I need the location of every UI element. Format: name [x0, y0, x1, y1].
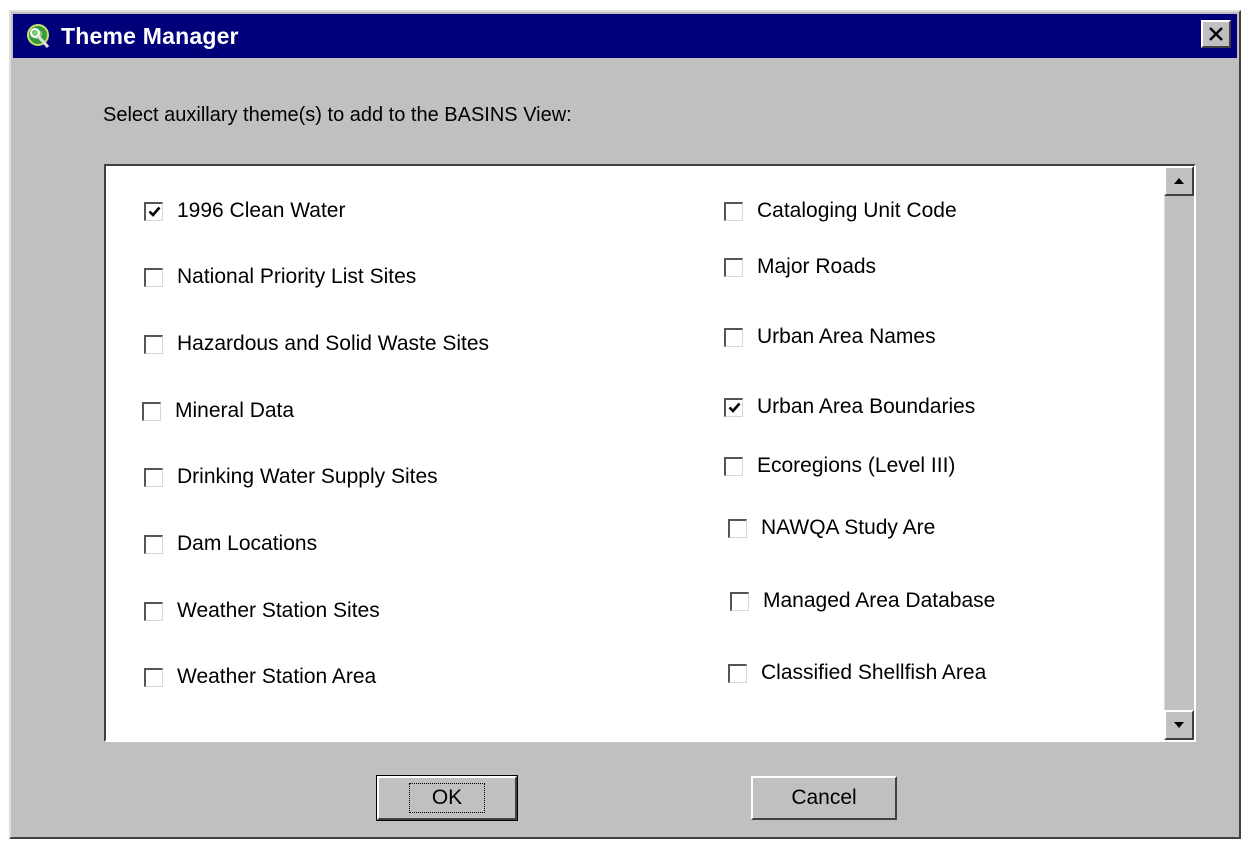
theme-checkbox[interactable]: [144, 467, 163, 487]
theme-checkbox[interactable]: [728, 663, 747, 683]
theme-label: Weather Station Sites: [177, 599, 380, 622]
theme-item[interactable]: Classified Shellfish Area: [728, 658, 986, 688]
theme-manager-icon: [23, 21, 53, 51]
theme-checkbox[interactable]: [724, 201, 743, 221]
theme-checkbox[interactable]: [730, 591, 749, 611]
theme-checkbox[interactable]: [724, 397, 743, 417]
theme-checkbox[interactable]: [724, 327, 743, 347]
theme-item[interactable]: Weather Station Sites: [144, 596, 380, 626]
theme-checkbox[interactable]: [144, 601, 163, 621]
theme-item[interactable]: National Priority List Sites: [144, 262, 416, 292]
theme-label: Major Roads: [757, 255, 877, 278]
theme-label: Ecoregions (Level III): [757, 454, 956, 477]
theme-label: Hazardous and Solid Waste Sites: [177, 332, 490, 355]
theme-checkbox[interactable]: [144, 534, 163, 554]
theme-checkbox[interactable]: [144, 201, 163, 221]
theme-label: National Priority List Sites: [177, 265, 417, 288]
theme-item[interactable]: Hazardous and Solid Waste Sites: [144, 329, 489, 359]
theme-item[interactable]: Cataloging Unit Code: [724, 196, 957, 226]
theme-item[interactable]: Drinking Water Supply Sites: [144, 462, 438, 492]
theme-label: NAWQA Study Are: [761, 516, 936, 539]
close-icon: [1209, 27, 1223, 41]
theme-item[interactable]: Urban Area Names: [724, 322, 936, 352]
theme-label: Urban Area Names: [757, 325, 936, 348]
theme-checkbox[interactable]: [728, 518, 747, 538]
theme-checkbox[interactable]: [144, 667, 163, 687]
scroll-up-button[interactable]: [1164, 166, 1194, 196]
theme-item[interactable]: Urban Area Boundaries: [724, 392, 975, 422]
close-button[interactable]: [1201, 20, 1231, 48]
arrow-up-icon: [1174, 178, 1184, 184]
theme-checkbox[interactable]: [142, 401, 161, 421]
arrow-down-icon: [1174, 722, 1184, 728]
theme-label: 1996 Clean Water: [177, 199, 346, 222]
instruction-label: Select auxillary theme(s) to add to the …: [103, 104, 572, 126]
vertical-scrollbar[interactable]: [1164, 166, 1194, 740]
theme-item[interactable]: Managed Area Database: [730, 586, 995, 616]
theme-list[interactable]: 1996 Clean Water National Priority List S…: [104, 164, 1196, 742]
theme-label: Mineral Data: [175, 399, 295, 422]
theme-label: Urban Area Boundaries: [757, 395, 976, 418]
theme-label: Dam Locations: [177, 532, 318, 555]
ok-button[interactable]: OK: [376, 775, 518, 821]
ok-button-label: OK: [408, 783, 486, 813]
scroll-down-button[interactable]: [1164, 710, 1194, 740]
dialog-title: Theme Manager: [61, 22, 239, 49]
theme-label: Cataloging Unit Code: [757, 199, 957, 222]
theme-item[interactable]: NAWQA Study Are: [728, 513, 935, 543]
title-bar[interactable]: Theme Manager: [13, 14, 1237, 58]
theme-label: Classified Shellfish Area: [761, 661, 987, 684]
theme-checkbox[interactable]: [724, 456, 743, 476]
scroll-track[interactable]: [1164, 196, 1194, 710]
cancel-button[interactable]: Cancel: [751, 776, 897, 820]
theme-item[interactable]: 1996 Clean Water: [144, 196, 345, 226]
theme-manager-dialog: Theme Manager Select auxillary theme(s) …: [9, 10, 1241, 839]
theme-item[interactable]: Ecoregions (Level III): [724, 451, 955, 481]
theme-label: Weather Station Area: [177, 665, 377, 688]
theme-checkbox[interactable]: [724, 257, 743, 277]
theme-label: Managed Area Database: [763, 589, 996, 612]
theme-label: Drinking Water Supply Sites: [177, 465, 438, 488]
theme-item[interactable]: Mineral Data: [142, 396, 294, 426]
theme-checkbox[interactable]: [144, 267, 163, 287]
theme-item[interactable]: Dam Locations: [144, 529, 317, 559]
theme-item[interactable]: Weather Station Area: [144, 662, 376, 692]
theme-item[interactable]: Major Roads: [724, 252, 876, 282]
theme-checkbox[interactable]: [144, 334, 163, 354]
